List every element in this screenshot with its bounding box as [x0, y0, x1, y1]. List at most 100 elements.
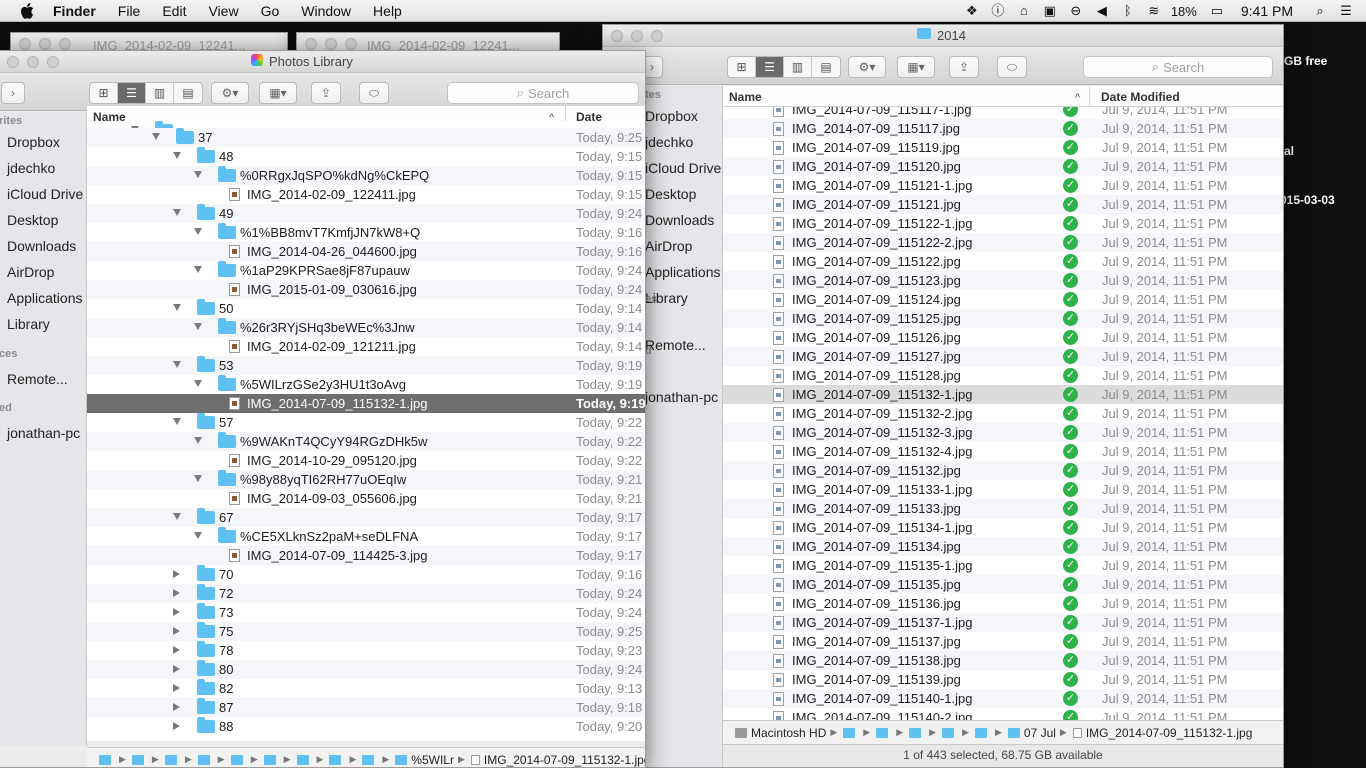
disclosure-open-icon[interactable] [194, 266, 202, 273]
file-row[interactable]: IMG_2014-07-09_115125.jpg ✓ Jul 9, 2014, 1… [723, 309, 1283, 328]
sidebar-item-downloads[interactable]: Downloads [645, 207, 714, 233]
battery-icon[interactable]: ▭ [1206, 4, 1228, 18]
file-row[interactable]: IMG_2014-07-09_115123.jpg ✓ Jul 9, 2014, 1… [723, 271, 1283, 290]
folder-row[interactable]: 50 Today, 9:14 [87, 299, 645, 318]
disclosure-closed-icon[interactable] [173, 646, 180, 654]
folder-row[interactable]: %CE5XLknSz2paM+seDLFNA Today, 9:17 [87, 527, 645, 546]
minimize-button[interactable] [27, 56, 39, 68]
disclosure-closed-icon[interactable] [173, 703, 180, 711]
column-view-icon[interactable]: ▥ [784, 57, 812, 77]
sidebar-item-desktop[interactable]: Desktop [7, 207, 58, 233]
folder-row[interactable]: 53 Today, 9:19 [87, 356, 645, 375]
column-view-icon[interactable]: ▥ [146, 83, 174, 103]
file-row[interactable]: IMG_2014-07-09_115134.jpg ✓ Jul 9, 2014, 1… [723, 537, 1283, 556]
folder-row[interactable]: %1%BB8mvT7KmfjJN7kW8+Q Today, 9:16 [87, 223, 645, 242]
disclosure-closed-icon[interactable] [173, 684, 180, 692]
apple-icon[interactable] [20, 2, 34, 19]
file-row[interactable]: IMG_2014-07-09_115122.jpg ✓ Jul 9, 2014, 1… [723, 252, 1283, 271]
path-segment[interactable]: ▶ [99, 754, 126, 765]
path-segment[interactable]: ▶ [362, 754, 389, 765]
disclosure-open-icon[interactable] [194, 323, 202, 330]
file-row[interactable]: IMG_2014-07-09_115140-1.jpg ✓ Jul 9, 2014,… [723, 689, 1283, 708]
disclosure-closed-icon[interactable] [173, 589, 180, 597]
title-bar[interactable]: Photos Library [0, 51, 645, 73]
file-row[interactable]: IMG_2014-07-09_115132-1.jpg Today, 9:19 [87, 394, 645, 413]
file-row[interactable]: IMG_2014-07-09_115121.jpg ✓ Jul 9, 2014, 1… [723, 195, 1283, 214]
volume-icon[interactable]: ◀ [1094, 4, 1110, 18]
file-row[interactable]: IMG_2014-07-09_115138.jpg ✓ Jul 9, 2014, 1… [723, 651, 1283, 670]
file-row[interactable]: IMG_2014-07-09_115120.jpg ✓ Jul 9, 2014, 1… [723, 157, 1283, 176]
path-segment[interactable]: ▶ [843, 727, 870, 738]
path-segment[interactable]: ▶ [974, 727, 1002, 738]
disclosure-open-icon[interactable] [173, 513, 181, 520]
folder-row[interactable]: %26r3RYjSHq3beWEc%3Jnw Today, 9:14 [87, 318, 645, 337]
sidebar-item-jonathan-pc[interactable]: jonathan-pc [7, 420, 80, 446]
menu-finder[interactable]: Finder [42, 3, 107, 19]
file-row[interactable]: IMG_2014-07-09_115128.jpg ✓ Jul 9, 2014, 1… [723, 366, 1283, 385]
disclosure-open-icon[interactable] [173, 418, 181, 425]
disclosure-open-icon[interactable] [194, 437, 202, 444]
folder-row[interactable]: %1aP29KPRSae8jF87upauw Today, 9:24 [87, 261, 645, 280]
file-row[interactable]: IMG_2014-07-09_115117.jpg ✓ Jul 9, 2014, 1… [723, 119, 1283, 138]
sidebar-item-dropbox[interactable]: Dropbox [7, 129, 60, 155]
path-segment[interactable]: ▶ [296, 754, 323, 765]
disclosure-open-icon[interactable] [194, 171, 202, 178]
path-segment[interactable]: 07 Jul ▶ [1007, 726, 1067, 740]
disclosure-closed-icon[interactable] [173, 570, 180, 578]
file-row[interactable]: IMG_2014-07-09_114425-3.jpg Today, 9:17 [87, 546, 645, 565]
disclosure-closed-icon[interactable] [173, 665, 180, 673]
file-row[interactable]: IMG_2014-07-09_115119.jpg ✓ Jul 9, 2014, 1… [723, 138, 1283, 157]
path-segment[interactable]: Macintosh HD ▶ [735, 726, 837, 740]
file-row[interactable]: IMG_2014-07-09_115136.jpg ✓ Jul 9, 2014, 1… [723, 594, 1283, 613]
file-row[interactable]: IMG_2014-07-09_115122-2.jpg ✓ Jul 9, 2014,… [723, 233, 1283, 252]
icon-view-icon[interactable]: ⊞ [90, 83, 118, 103]
icon-view-icon[interactable]: ⊞ [728, 57, 756, 77]
blocked-icon[interactable]: ⊖ [1068, 4, 1084, 18]
folder-row[interactable]: 78 Today, 9:23 [87, 641, 645, 660]
folder-row[interactable]: 75 Today, 9:25 [87, 622, 645, 641]
calendar-icon[interactable]: ▣ [1042, 4, 1058, 18]
menu-file[interactable]: File [107, 3, 152, 19]
path-segment[interactable]: IMG_2014-07-09_115132-1.jpg [470, 753, 645, 767]
file-row[interactable]: IMG_2014-10-29_095120.jpg Today, 9:22 [87, 451, 645, 470]
notification-center-icon[interactable]: ☰ [1338, 4, 1354, 18]
dropbox-icon[interactable]: ❖ [964, 4, 980, 18]
sidebar-item-applications[interactable]: Applications [645, 259, 721, 285]
file-row[interactable]: IMG_2014-07-09_115139.jpg ✓ Jul 9, 2014, 1… [723, 670, 1283, 689]
menu-go[interactable]: Go [250, 3, 291, 19]
file-row[interactable]: IMG_2014-09-03_055606.jpg Today, 9:21 [87, 489, 645, 508]
file-row[interactable]: IMG_2014-07-09_115132-4.jpg ✓ Jul 9, 2014,… [723, 442, 1283, 461]
path-segment[interactable]: ▶ [164, 754, 192, 765]
file-row[interactable]: IMG_2014-07-09_115117-1.jpg ✓ Jul 9, 2014,… [723, 107, 1283, 119]
file-row[interactable]: IMG_2014-07-09_115124.jpg ✓ Jul 9, 2014, 1… [723, 290, 1283, 309]
sidebar-item-airdrop[interactable]: AirDrop [7, 259, 54, 285]
disclosure-open-icon[interactable] [152, 133, 160, 140]
folder-row[interactable]: 82 Today, 9:13 [87, 679, 645, 698]
close-button[interactable] [7, 56, 19, 68]
menu-view[interactable]: View [197, 3, 249, 19]
disclosure-open-icon[interactable] [173, 209, 181, 216]
file-row[interactable]: IMG_2014-07-09_115140-2.jpg ✓ Jul 9, 2014,… [723, 708, 1283, 720]
path-segment[interactable]: ▶ [876, 727, 903, 738]
disclosure-open-icon[interactable] [173, 361, 181, 368]
sidebar-item-icloud-drive[interactable]: iCloud Drive [7, 181, 83, 207]
search-field[interactable]: ⌕ Search [447, 82, 639, 104]
file-row[interactable]: IMG_2014-07-09_115121-1.jpg ✓ Jul 9, 2014,… [723, 176, 1283, 195]
action-gear-icon[interactable]: ⚙▾ [211, 82, 249, 104]
file-row[interactable]: IMG_2014-02-09_121211.jpg Today, 9:14 [87, 337, 645, 356]
arrange-menu-icon[interactable]: ▦▾ [897, 56, 935, 78]
wifi-icon[interactable]: ≋ [1146, 4, 1162, 18]
path-segment[interactable]: ▶ [909, 727, 936, 738]
minimize-button[interactable] [631, 30, 643, 42]
file-row[interactable]: IMG_2014-07-09_115133-1.jpg ✓ Jul 9, 2014,… [723, 480, 1283, 499]
sidebar-item-applications[interactable]: Applications [7, 285, 83, 311]
disclosure-open-icon[interactable] [194, 380, 202, 387]
sidebar-item-airdrop[interactable]: AirDrop [645, 233, 692, 259]
folder-row[interactable]: 49 Today, 9:24 [87, 204, 645, 223]
folder-row[interactable]: %9WAKnT4QCyY94RGzDHk5w Today, 9:22 [87, 432, 645, 451]
file-row[interactable]: IMG_2014-07-09_115132-2.jpg ✓ Jul 9, 2014,… [723, 404, 1283, 423]
action-gear-icon[interactable]: ⚙▾ [848, 56, 886, 78]
folder-row[interactable] [87, 121, 645, 128]
path-segment[interactable]: IMG_2014-07-09_115132-1.jpg [1072, 726, 1252, 740]
home-icon[interactable]: ⌂ [1016, 4, 1032, 18]
